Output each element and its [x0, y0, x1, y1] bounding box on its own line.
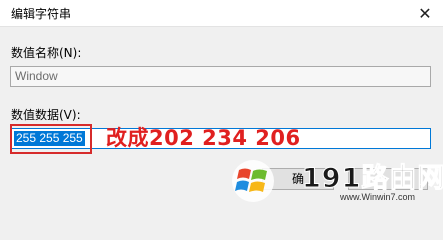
annotation-highlight-box [10, 124, 92, 154]
value-data-label: 数值数据(V): [11, 108, 81, 122]
value-name-label: 数值名称(N): [11, 46, 82, 60]
windows-logo-icon [232, 160, 274, 202]
title-bar[interactable]: 编辑字符串 ✕ [0, 0, 443, 27]
watermark-brand: 191路由网 [301, 163, 443, 195]
watermark-url: www.Winwin7.com [340, 192, 416, 202]
close-button[interactable]: ✕ [407, 0, 443, 26]
site-watermark: 191路由网 www.Winwin7.com [210, 152, 443, 210]
annotation-text: 改成202 234 206 [106, 126, 301, 150]
window-title: 编辑字符串 [11, 7, 72, 21]
edit-string-dialog: 编辑字符串 ✕ 数值名称(N): Window 数值数据(V): 255 255… [0, 0, 443, 210]
close-icon: ✕ [418, 3, 432, 23]
value-name-field: Window [10, 66, 431, 87]
